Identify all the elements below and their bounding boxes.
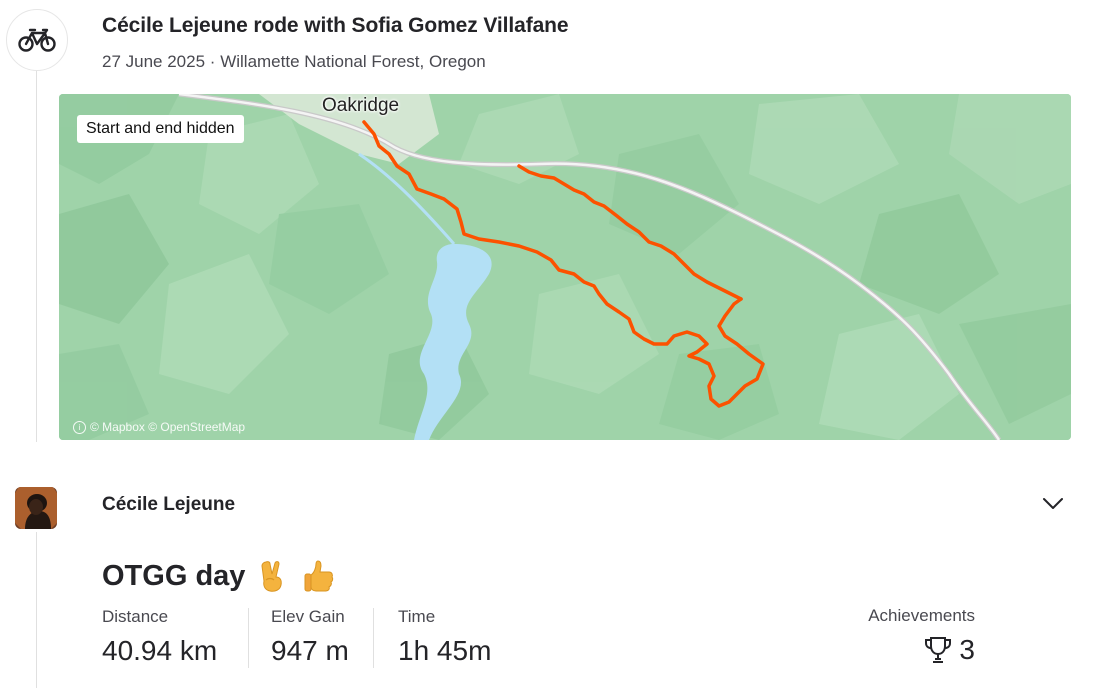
stat-achievements[interactable]: Achievements 3 — [868, 606, 975, 666]
activity-name-text[interactable]: OTGG day — [102, 560, 245, 593]
trophy-icon — [925, 637, 952, 663]
stat-elev-gain: Elev Gain 947 m — [271, 607, 349, 667]
achievements-count[interactable]: 3 — [868, 634, 975, 666]
stat-time: Time 1h 45m — [398, 607, 491, 667]
privacy-badge: Start and end hidden — [77, 115, 244, 143]
stat-divider — [248, 608, 249, 668]
chevron-down-icon[interactable] — [1040, 490, 1066, 516]
thumbs-up-emoji — [304, 560, 334, 592]
distance-value: 40.94 km — [102, 635, 218, 666]
elev-gain-value: 947 m — [271, 635, 349, 666]
achievements-label: Achievements — [868, 606, 975, 625]
stat-distance: Distance 40.94 km — [102, 607, 217, 667]
meta-separator: · — [209, 52, 216, 71]
bike-icon — [18, 28, 56, 52]
route-map[interactable]: Start and end hidden Oakridge i © Mapbox… — [59, 94, 1071, 440]
athlete-avatar[interactable] — [15, 487, 57, 529]
activity-date: 27 June 2025 — [102, 52, 206, 71]
avatar-image — [15, 487, 57, 529]
town-label: Oakridge — [322, 95, 400, 116]
activity-location: Willamette National Forest, Oregon — [220, 52, 486, 71]
feed-timeline-line — [36, 532, 37, 688]
activity-title[interactable]: OTGG day — [102, 558, 337, 594]
activity-meta: 27 June 2025 · Willamette National Fores… — [102, 52, 486, 72]
map-attribution[interactable]: i © Mapbox © OpenStreetMap — [73, 420, 245, 434]
info-icon[interactable]: i — [73, 420, 86, 434]
sport-badge — [6, 9, 68, 71]
athlete-name[interactable]: Cécile Lejeune — [102, 494, 235, 516]
elev-gain-label: Elev Gain — [271, 607, 345, 626]
feed-timeline-line — [36, 70, 37, 442]
time-value: 1h 45m — [398, 635, 492, 666]
distance-label: Distance — [102, 607, 169, 626]
achievements-value: 3 — [959, 634, 975, 665]
victory-hand-emoji — [261, 561, 283, 592]
stat-divider — [373, 608, 374, 668]
time-label: Time — [398, 607, 436, 626]
attribution-text[interactable]: © Mapbox © OpenStreetMap — [90, 420, 245, 434]
map-terrain — [59, 94, 1071, 440]
activity-group-title[interactable]: Cécile Lejeune rode with Sofia Gomez Vil… — [102, 14, 569, 38]
